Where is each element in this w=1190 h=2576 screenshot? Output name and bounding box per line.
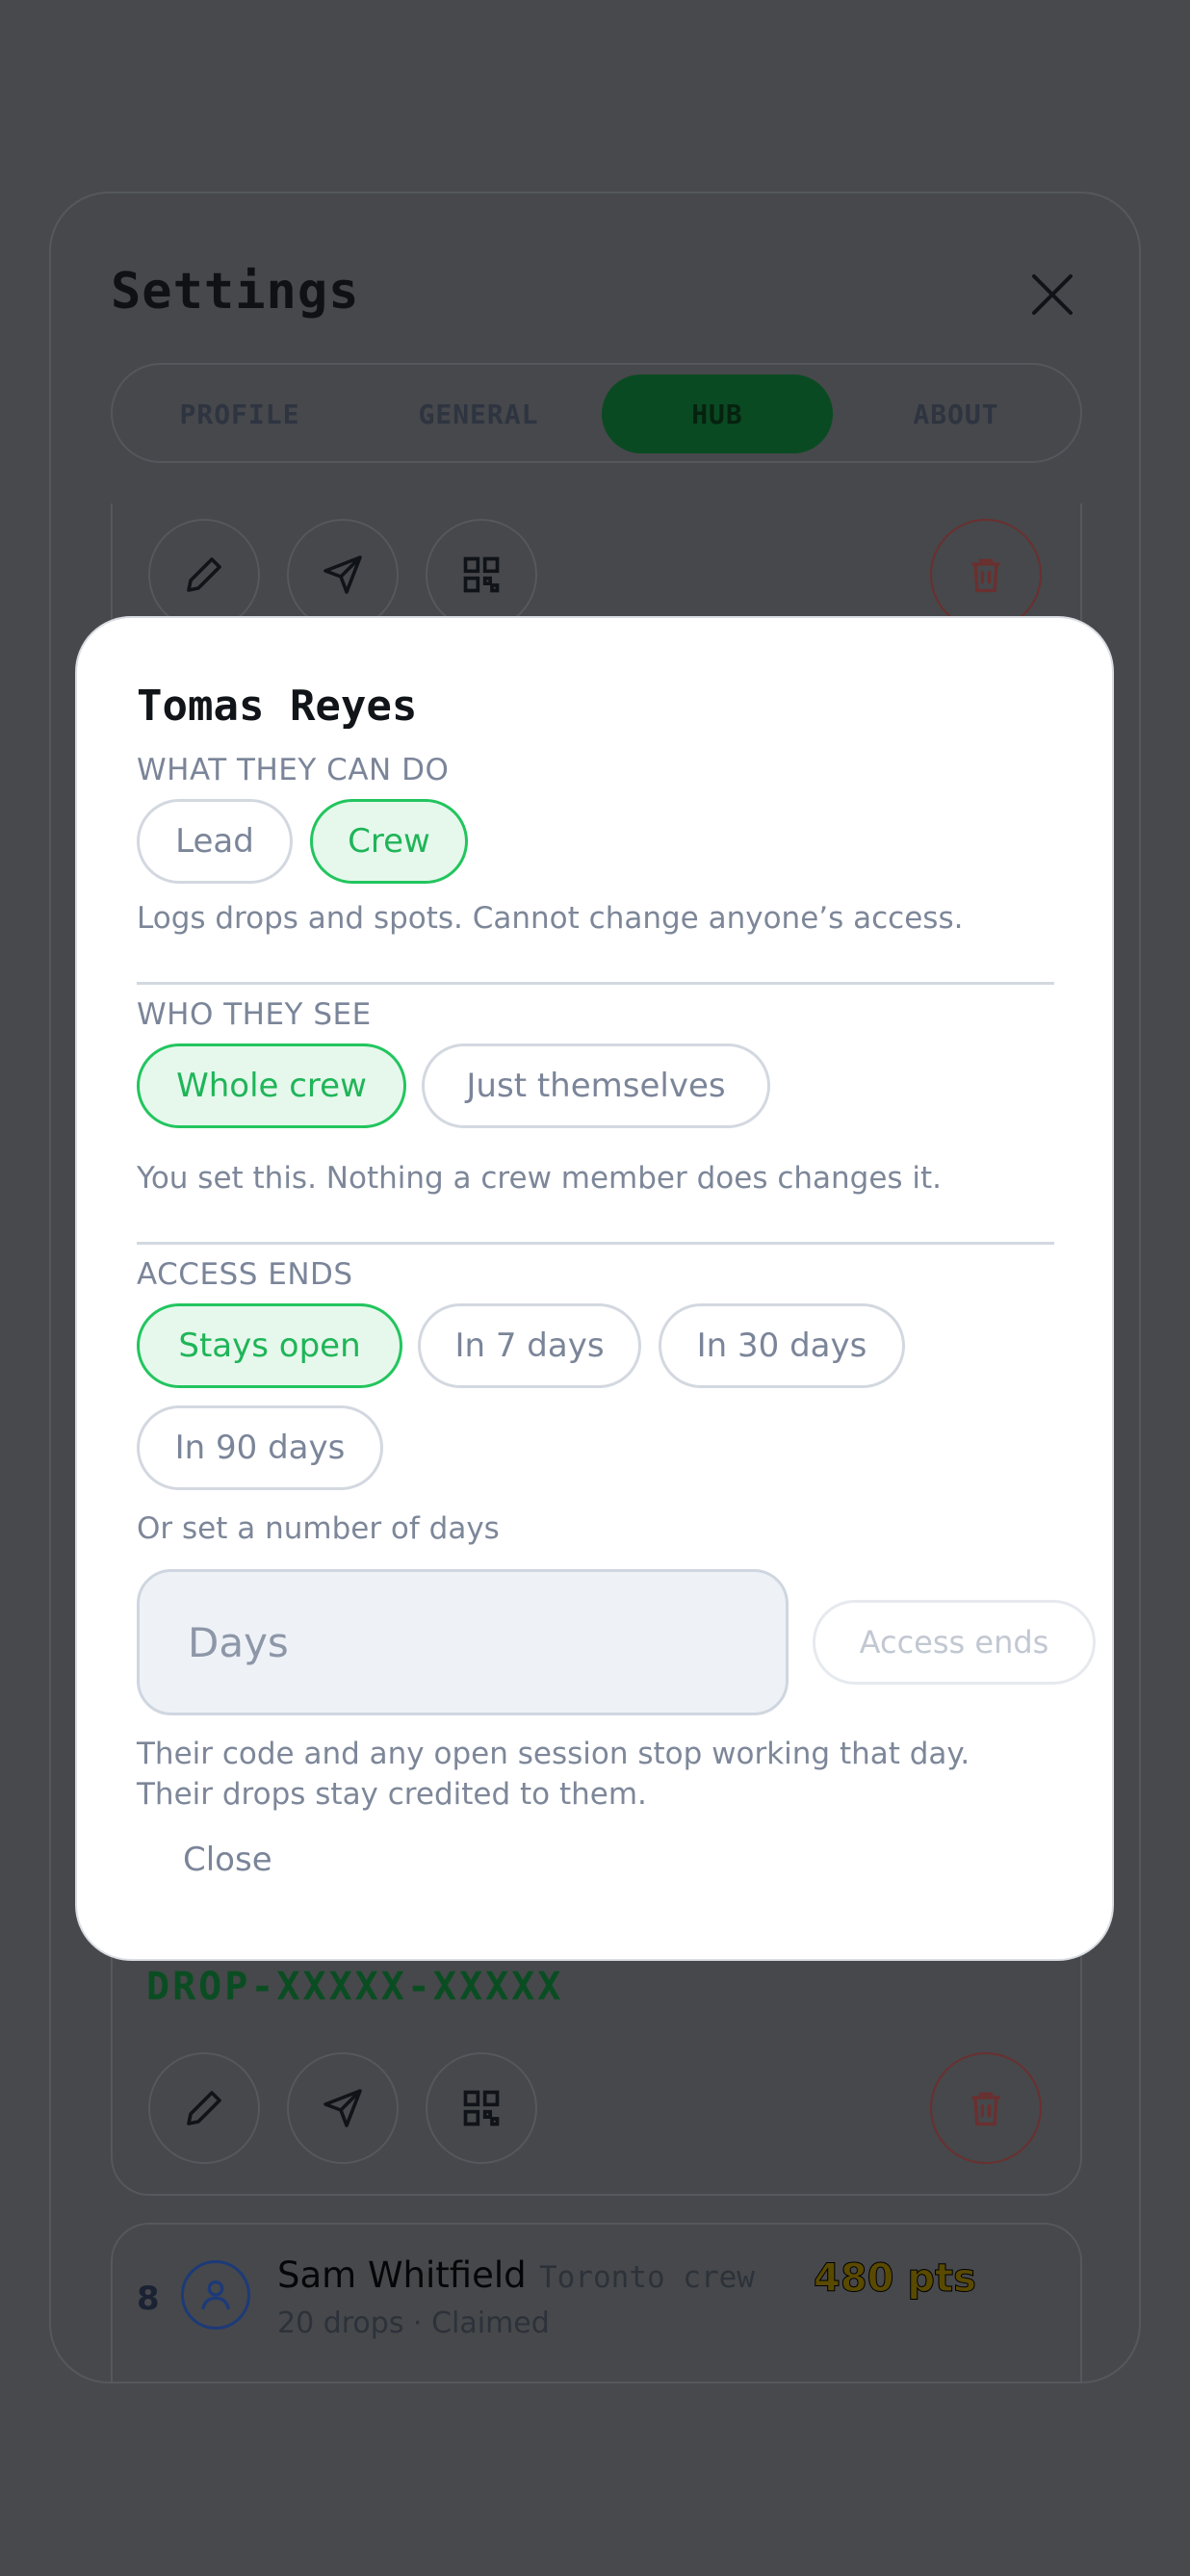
send-button-2[interactable] xyxy=(287,2052,399,2164)
role-label: WHAT THEY CAN DO xyxy=(137,753,450,787)
member-access-dialog: Tomas Reyes WHAT THEY CAN DO Lead Crew L… xyxy=(75,616,1114,1961)
member-meta: 20 drops · Claimed xyxy=(277,2306,550,2340)
send-button[interactable] xyxy=(287,519,399,631)
access-ends-label: ACCESS ENDS xyxy=(137,1257,353,1292)
divider xyxy=(137,982,1054,985)
divider xyxy=(137,1242,1054,1245)
tab-general[interactable]: GENERAL xyxy=(363,374,594,453)
member-name: Sam Whitfield xyxy=(277,2254,527,2296)
tab-about[interactable]: ABOUT xyxy=(841,374,1072,453)
rank-number: 8 xyxy=(137,2280,160,2318)
member-team: Toronto crew xyxy=(539,2260,755,2295)
pencil-icon xyxy=(187,2091,221,2125)
trash-icon xyxy=(971,2092,1000,2126)
points-badge: 480 pts xyxy=(814,2256,977,2302)
qr-code-icon xyxy=(463,2090,500,2126)
close-button[interactable]: Close xyxy=(183,1841,272,1879)
edit-button-2[interactable] xyxy=(148,2052,260,2164)
role-lead-chip[interactable]: Lead xyxy=(137,799,293,884)
avatar xyxy=(181,2260,250,2330)
qr-button[interactable] xyxy=(426,519,537,631)
access-30-days-chip[interactable]: In 30 days xyxy=(659,1303,905,1388)
delete-button-2[interactable] xyxy=(930,2052,1042,2164)
delete-button[interactable] xyxy=(930,519,1042,631)
send-icon xyxy=(323,2089,362,2127)
role-crew-chip[interactable]: Crew xyxy=(310,799,468,884)
days-input[interactable] xyxy=(137,1569,789,1715)
trash-icon xyxy=(971,558,1000,593)
access-7-days-chip[interactable]: In 7 days xyxy=(418,1303,641,1388)
tab-profile[interactable]: PROFILE xyxy=(124,374,355,453)
dialog-title: Tomas Reyes xyxy=(137,682,418,731)
custom-days-label: Or set a number of days xyxy=(137,1511,500,1546)
close-icon[interactable] xyxy=(1028,270,1076,319)
leaderboard-row[interactable] xyxy=(111,2223,1082,2382)
pencil-icon xyxy=(187,557,221,592)
send-icon xyxy=(323,555,362,594)
qr-code-icon xyxy=(463,556,500,593)
access-help-line1: Their code and any open session stop wor… xyxy=(137,1737,970,1771)
visibility-help: You set this. Nothing a crew member does… xyxy=(137,1161,943,1196)
access-ends-button[interactable]: Access ends xyxy=(813,1600,1096,1685)
settings-title: Settings xyxy=(111,263,360,321)
visibility-whole-crew-chip[interactable]: Whole crew xyxy=(137,1043,406,1128)
access-90-days-chip[interactable]: In 90 days xyxy=(137,1405,383,1490)
access-help-line2: Their drops stay credited to them. xyxy=(137,1777,647,1812)
edit-button[interactable] xyxy=(148,519,260,631)
qr-button-2[interactable] xyxy=(426,2052,537,2164)
user-icon xyxy=(201,2280,230,2310)
visibility-label: WHO THEY SEE xyxy=(137,997,372,1032)
tab-hub[interactable]: HUB xyxy=(602,374,833,453)
invite-code: DROP-XXXXX-XXXXX xyxy=(146,1965,564,2009)
visibility-just-themselves-chip[interactable]: Just themselves xyxy=(422,1043,770,1128)
role-help: Logs drops and spots. Cannot change anyo… xyxy=(137,901,964,936)
access-stays-open-chip[interactable]: Stays open xyxy=(137,1303,402,1388)
settings-tabs: PROFILE GENERAL HUB ABOUT xyxy=(111,363,1082,463)
